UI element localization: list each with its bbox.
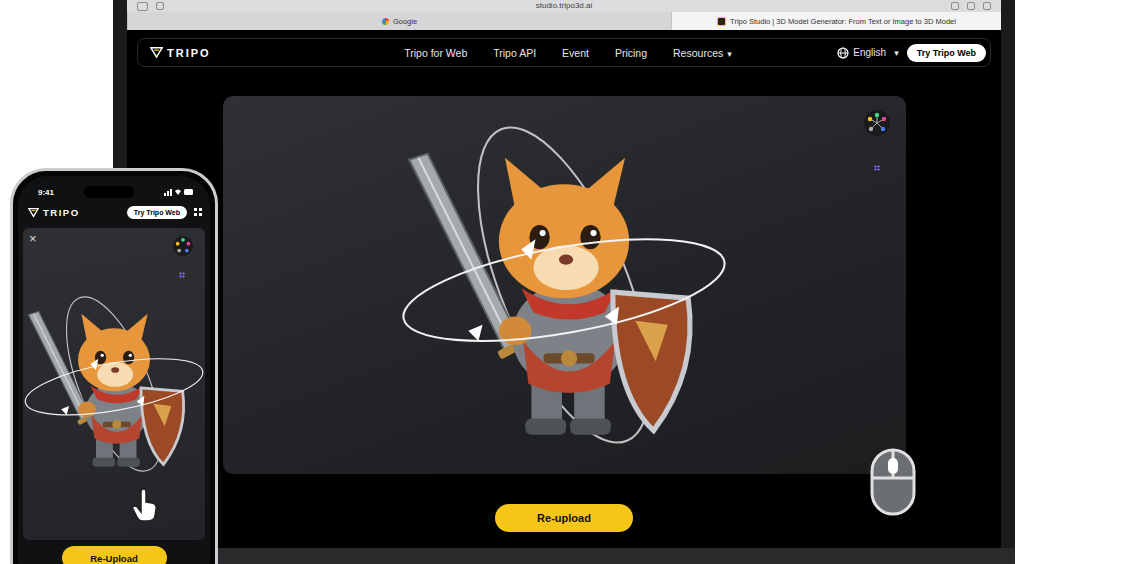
- download-icon[interactable]: [951, 2, 959, 10]
- stage: studio.tripo3d.ai Google Tripo Studio | …: [0, 0, 1128, 564]
- menu-grid-icon[interactable]: [194, 208, 202, 216]
- dynamic-island: [84, 186, 134, 198]
- nav-bar: TRIPO Tripo for Web Tripo API Event Pricing…: [137, 38, 991, 67]
- nav-link[interactable]: Tripo for Web: [404, 47, 467, 59]
- laptop: studio.tripo3d.ai Google Tripo Studio | …: [113, 0, 1015, 564]
- back-icon[interactable]: [156, 2, 164, 10]
- try-tripo-web-button[interactable]: Try Tripo Web: [127, 206, 187, 219]
- language-select[interactable]: English▾: [837, 47, 898, 59]
- browser-toolbar: studio.tripo3d.ai: [127, 0, 1001, 12]
- hand-pointer-icon: [131, 488, 161, 522]
- molecule-icon[interactable]: [864, 110, 890, 136]
- nav-link[interactable]: Tripo API: [493, 47, 536, 59]
- tab-row: Google Tripo Studio | 3D Model Generator…: [127, 12, 1001, 30]
- close-button[interactable]: ×: [29, 232, 37, 246]
- model-viewer[interactable]: ×: [23, 228, 205, 540]
- browser-chrome: studio.tripo3d.ai Google Tripo Studio | …: [127, 0, 1001, 30]
- status-icons: [164, 188, 194, 196]
- tripo-logo-icon: [150, 46, 163, 59]
- globe-icon: [837, 47, 849, 59]
- favicon-icon: [717, 17, 726, 26]
- grid-icon[interactable]: [874, 165, 880, 171]
- logo[interactable]: TRIPO: [28, 207, 80, 218]
- cat-knight-model[interactable]: [24, 291, 204, 477]
- address-bar[interactable]: studio.tripo3d.ai: [476, 1, 652, 11]
- sidebar-icon[interactable]: [137, 2, 148, 11]
- re-upload-button[interactable]: Re-upload: [495, 504, 633, 532]
- phone-screen: 9:41 TRIPO Try Tripo Web × Re-Upload: [18, 176, 210, 564]
- laptop-screen: studio.tripo3d.ai Google Tripo Studio | …: [127, 0, 1001, 548]
- browser-tab[interactable]: Google: [127, 12, 671, 30]
- cat-knight-model[interactable]: [399, 117, 729, 453]
- web-page: TRIPO Tripo for Web Tripo API Event Pricing…: [127, 30, 1001, 548]
- nav-link[interactable]: Resources▾: [673, 47, 732, 59]
- model-viewer[interactable]: [223, 96, 906, 474]
- tripo-logo-icon: [28, 207, 39, 218]
- new-tab-icon[interactable]: [983, 2, 991, 10]
- molecule-icon[interactable]: [173, 236, 193, 256]
- status-time: 9:41: [38, 188, 54, 197]
- laptop-base: [113, 548, 1015, 564]
- phone-header: TRIPO Try Tripo Web: [18, 200, 210, 224]
- phone: 9:41 TRIPO Try Tripo Web × Re-Upload: [10, 168, 218, 564]
- nav-link[interactable]: Pricing: [615, 47, 647, 59]
- status-bar: 9:41: [18, 184, 210, 200]
- nav-link[interactable]: Event: [562, 47, 589, 59]
- favicon-icon: [382, 18, 389, 25]
- try-tripo-web-button[interactable]: Try Tripo Web: [907, 44, 986, 62]
- logo[interactable]: TRIPO: [150, 46, 404, 59]
- browser-tab[interactable]: Tripo Studio | 3D Model Generator: From …: [671, 12, 1001, 30]
- re-upload-button[interactable]: Re-Upload: [62, 546, 167, 564]
- mouse-icon: [870, 448, 916, 516]
- grid-icon[interactable]: [179, 272, 185, 278]
- share-icon[interactable]: [967, 2, 975, 10]
